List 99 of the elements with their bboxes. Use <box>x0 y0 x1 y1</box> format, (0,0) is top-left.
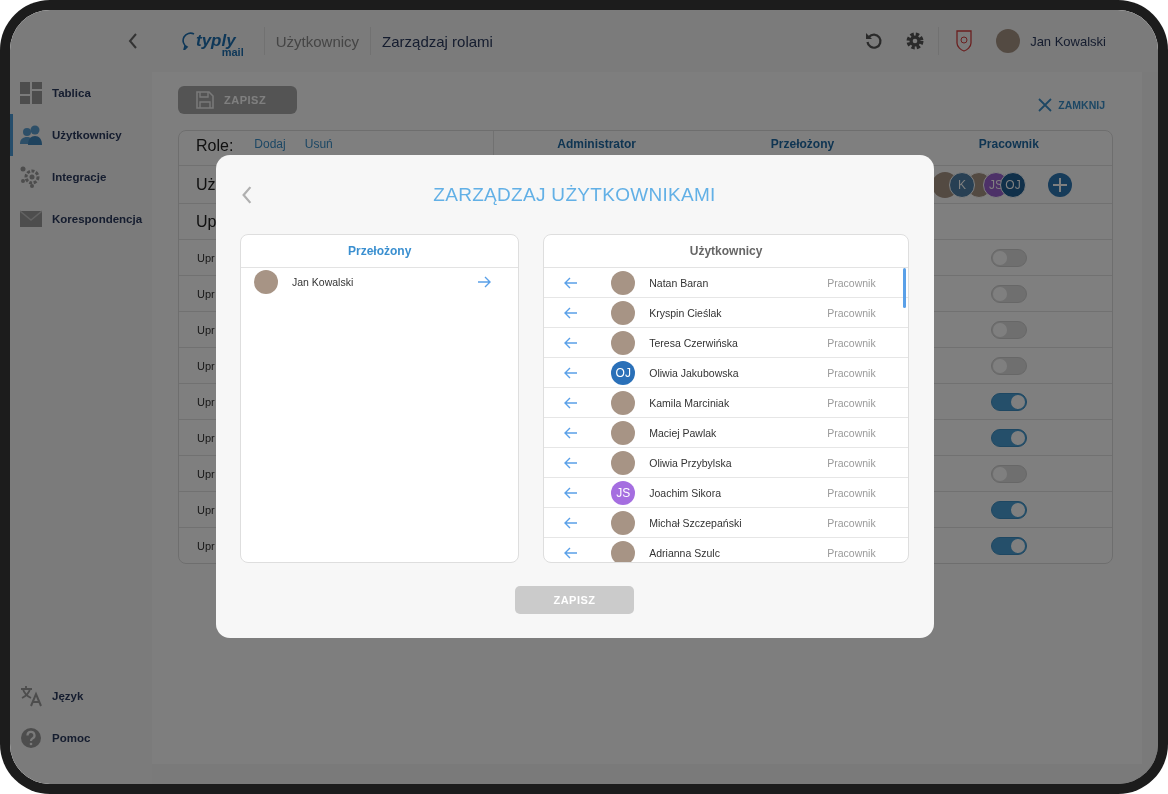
refresh-icon[interactable] <box>863 31 884 51</box>
permission-label: Upr <box>196 395 215 408</box>
user-name: Natan Baran <box>649 276 710 289</box>
dialog-title: ZARZĄDZAJ UŻYTKOWNIKAMI <box>432 183 717 206</box>
help-icon <box>20 727 42 749</box>
arrow-left-icon[interactable] <box>564 516 578 529</box>
avatar-placeholder <box>611 330 636 355</box>
toggle-switch[interactable] <box>991 392 1028 411</box>
toggle-switch[interactable] <box>991 356 1028 375</box>
row-label: Up <box>195 212 217 231</box>
permission-label: Upr <box>196 431 215 444</box>
sidebar-item[interactable]: Tablica <box>10 72 152 114</box>
plus-icon <box>1053 177 1067 192</box>
user-role: Pracownik <box>827 426 877 439</box>
sidebar-item[interactable]: Język <box>10 675 152 717</box>
user-name: Teresa Czerwińska <box>649 336 739 349</box>
user-name: Maciej Pawlak <box>649 426 718 439</box>
settings-icon[interactable] <box>905 31 926 51</box>
permission-label: Upr <box>196 467 215 480</box>
user-name: Jan Kowalski <box>292 276 355 288</box>
translate-icon <box>20 685 42 707</box>
sidebar-item[interactable]: Korespondencja <box>10 198 152 240</box>
user-role: Pracownik <box>827 456 877 469</box>
permission-label: Upr <box>196 251 215 264</box>
speech-bubble-icon <box>182 32 196 50</box>
user-role: Pracownik <box>827 366 877 379</box>
panel-title: Użytkownicy <box>689 244 763 258</box>
close-button[interactable]: ZAMKNIJ <box>1038 88 1113 112</box>
permission-label: Upr <box>196 539 215 552</box>
user-role: Pracownik <box>827 336 877 349</box>
toggle-switch[interactable] <box>991 464 1028 483</box>
permission-label: Upr <box>196 287 215 300</box>
arrow-left-icon[interactable] <box>564 426 578 439</box>
user-name: Michał Szczepański <box>649 516 743 529</box>
user-name: Oliwia Jakubowska <box>649 366 740 379</box>
user-role: Pracownik <box>827 486 877 499</box>
toggle-switch[interactable] <box>991 284 1028 303</box>
column-header: Administrator <box>557 137 636 151</box>
arrow-left-icon[interactable] <box>564 396 578 409</box>
initials-avatar: OJ <box>1000 171 1026 198</box>
avatar-placeholder <box>611 450 636 475</box>
user-role: Pracownik <box>827 396 877 409</box>
avatar-placeholder <box>611 390 636 415</box>
avatar-placeholder <box>611 510 636 535</box>
permission-label: Upr <box>196 503 215 516</box>
avatar-placeholder <box>611 420 636 445</box>
crest-icon <box>956 30 973 52</box>
arrow-left-icon[interactable] <box>564 276 578 289</box>
user-role: Pracownik <box>827 276 877 289</box>
logo-text: typly <box>196 32 236 50</box>
permission-label: Upr <box>196 359 215 372</box>
collapse-chevron-icon[interactable] <box>128 33 138 49</box>
back-chevron-icon[interactable] <box>240 185 254 204</box>
user-name: Joachim Sikora <box>649 486 723 499</box>
row-label: Uż <box>195 175 216 194</box>
user-role: Pracownik <box>827 546 877 559</box>
avatar-placeholder <box>611 270 636 295</box>
avatar-placeholder <box>611 300 636 325</box>
user-name: Adrianna Szulc <box>649 546 721 559</box>
floppy-disk-icon <box>196 91 214 109</box>
toggle-switch[interactable] <box>991 248 1028 267</box>
action-link[interactable]: Usuń <box>304 137 333 151</box>
panel-title: Przełożony <box>347 244 412 258</box>
add-user-button[interactable] <box>1048 172 1072 197</box>
arrow-left-icon[interactable] <box>564 366 578 379</box>
roles-label: Role: <box>195 137 234 155</box>
user-name[interactable]: Jan Kowalski <box>1030 33 1106 49</box>
sidebar-item[interactable]: Pomoc <box>10 717 152 759</box>
user-name: Kamila Marciniak <box>649 396 731 409</box>
user-name: Kryspin Cieślak <box>649 306 723 319</box>
user-role: Pracownik <box>827 306 877 319</box>
dashboard-icon <box>20 82 42 104</box>
breadcrumb: Zarządzaj rolami <box>382 32 493 50</box>
scrollbar-thumb[interactable] <box>903 268 906 308</box>
arrow-left-icon[interactable] <box>564 456 578 469</box>
action-link[interactable]: Dodaj <box>254 137 286 151</box>
arrow-left-icon[interactable] <box>564 486 578 499</box>
close-icon <box>1038 98 1053 112</box>
avatar-placeholder <box>254 270 278 294</box>
initials-avatar: OJ <box>611 360 636 385</box>
toggle-switch[interactable] <box>991 320 1028 339</box>
permission-label: Upr <box>196 323 215 336</box>
arrow-left-icon[interactable] <box>564 546 578 559</box>
arrow-right-icon[interactable] <box>478 276 492 288</box>
toggle-switch[interactable] <box>991 500 1028 519</box>
avatar-placeholder <box>996 29 1021 53</box>
avatar-placeholder <box>611 540 636 562</box>
column-header: Przełożony <box>770 137 835 151</box>
user-name: Oliwia Przybylska <box>649 456 733 469</box>
sidebar-item[interactable]: Integracje <box>10 156 152 198</box>
arrow-left-icon[interactable] <box>564 306 578 319</box>
toggle-switch[interactable] <box>991 428 1028 447</box>
envelope-icon <box>20 208 42 230</box>
gear-network-icon <box>20 166 42 188</box>
arrow-left-icon[interactable] <box>564 336 578 349</box>
column-header: Pracownik <box>978 137 1039 151</box>
users-icon <box>20 124 42 146</box>
user-role: Pracownik <box>827 516 877 529</box>
initials-avatar: JS <box>611 480 636 505</box>
